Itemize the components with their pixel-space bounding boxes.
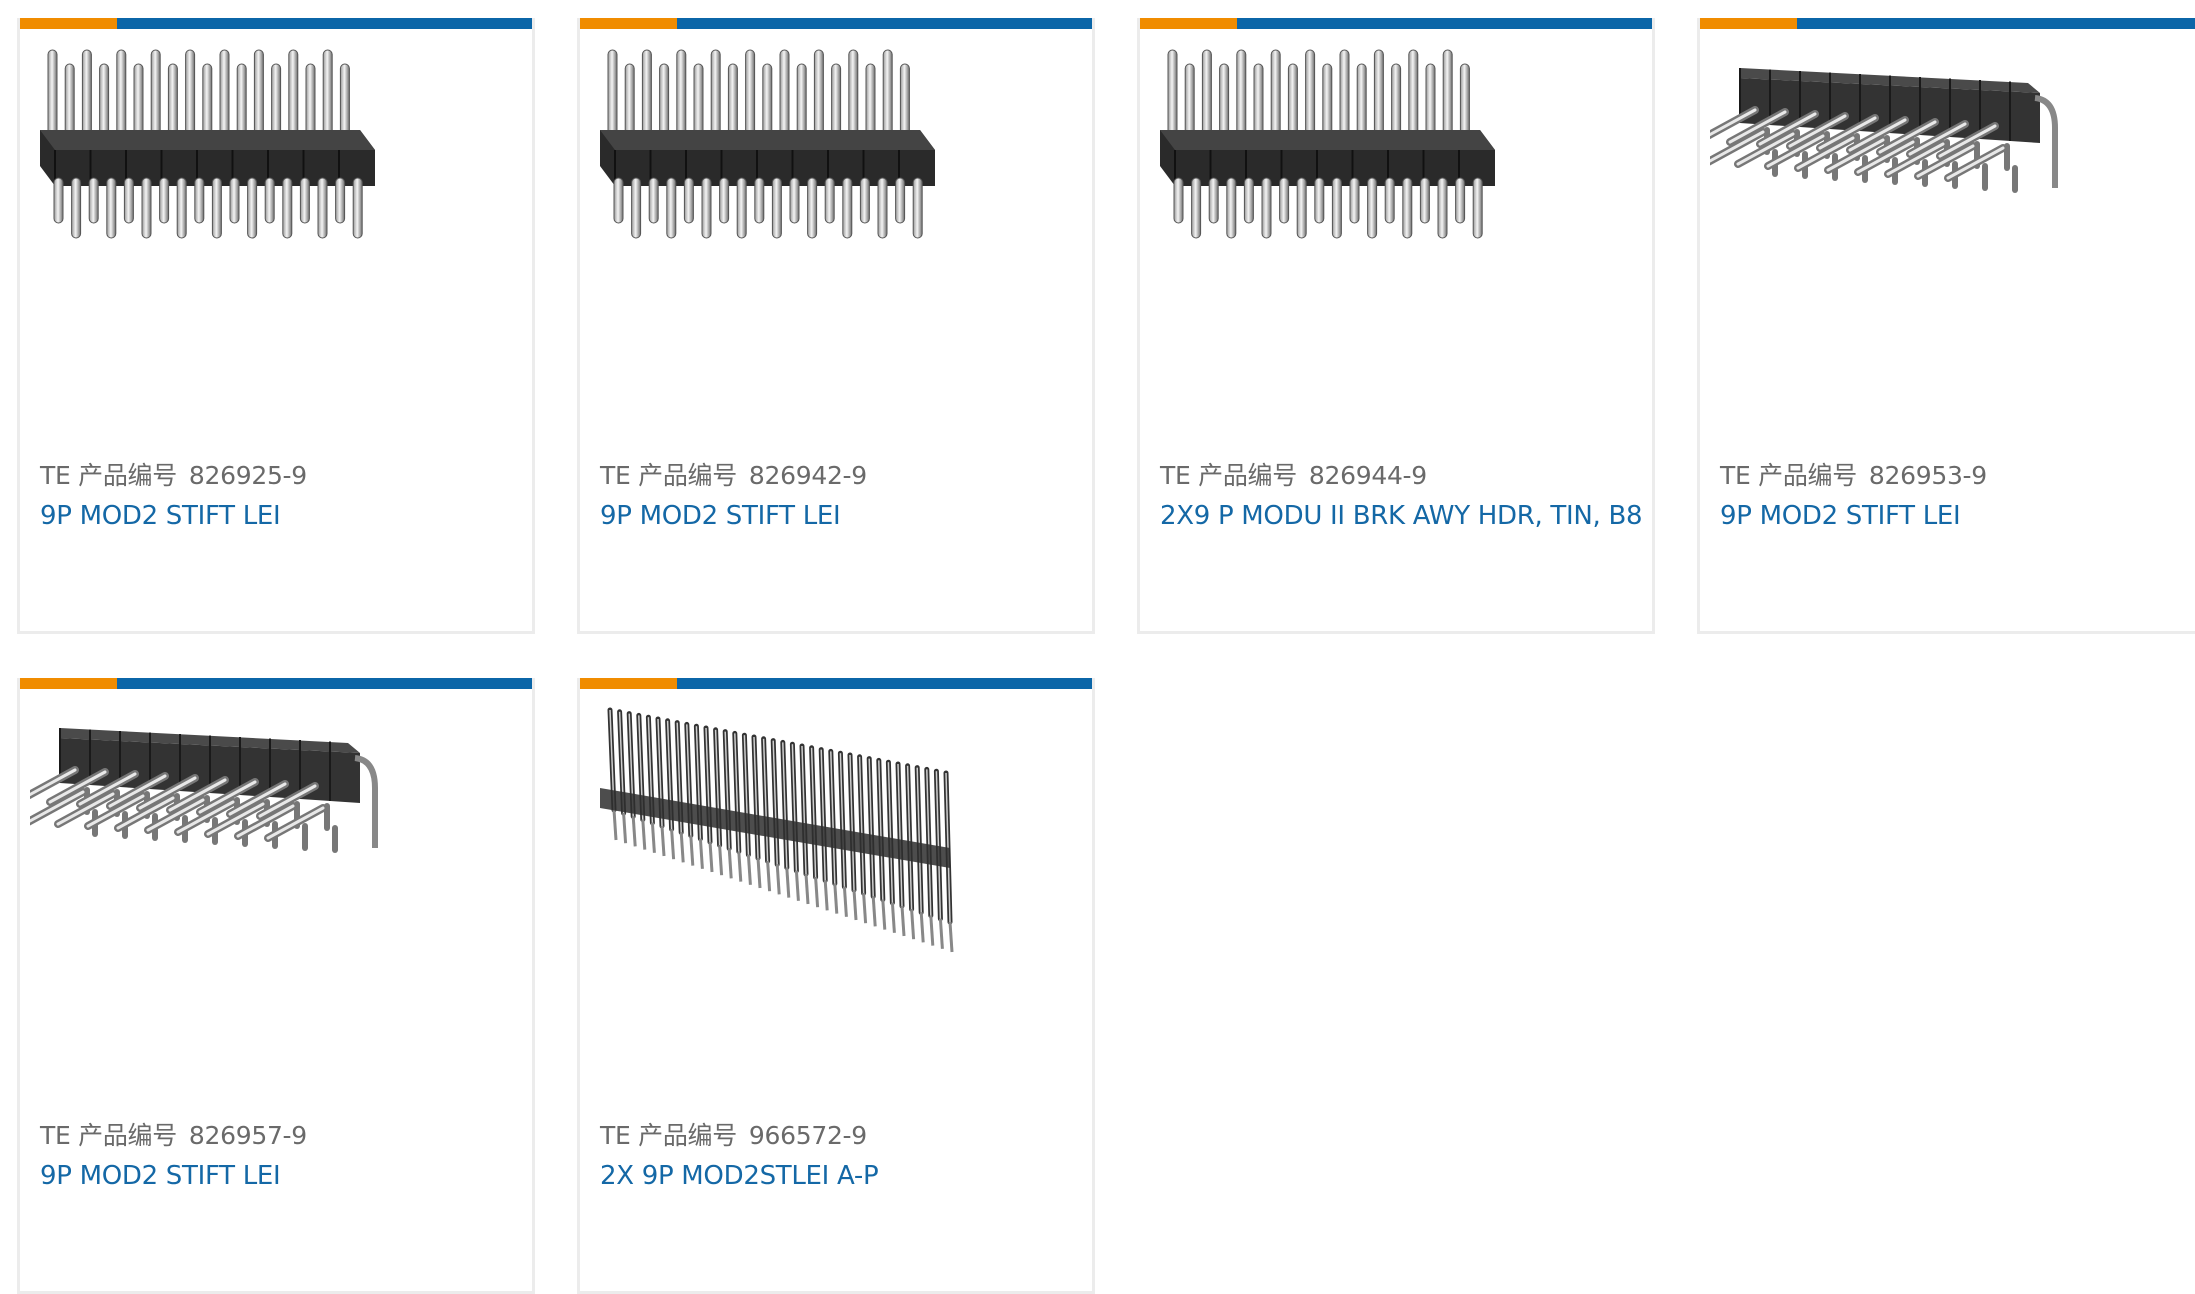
card-accent-bar (1700, 18, 2195, 29)
product-grid: TE 产品编号 826925-9 9P MOD2 STIFT LEI TE 产品编… (0, 0, 2195, 1294)
part-number-line: TE 产品编号 826944-9 (1160, 456, 1427, 492)
product-card[interactable]: TE 产品编号 826953-9 9P MOD2 STIFT LEI (1697, 18, 2195, 634)
part-number-label: TE 产品编号 (1160, 461, 1297, 490)
product-card[interactable]: TE 产品编号 826957-9 9P MOD2 STIFT LEI (17, 678, 535, 1294)
product-card[interactable]: TE 产品编号 826944-9 2X9 P MODU II BRK AWY HD… (1137, 18, 1655, 634)
part-number-value: 966572-9 (748, 1121, 867, 1150)
product-card[interactable]: TE 产品编号 826925-9 9P MOD2 STIFT LEI (17, 18, 535, 634)
product-description-link[interactable]: 9P MOD2 STIFT LEI (600, 501, 841, 531)
part-number-label: TE 产品编号 (40, 461, 177, 490)
part-number-line: TE 产品编号 826953-9 (1720, 456, 1987, 492)
card-accent-bar (1140, 18, 1652, 29)
product-description-link[interactable]: 2X 9P MOD2STLEI A-P (600, 1161, 879, 1191)
straight-pin-header-image[interactable] (1150, 38, 1645, 368)
part-number-value: 826953-9 (1868, 461, 1987, 490)
part-number-value: 826944-9 (1308, 461, 1427, 490)
product-description-link[interactable]: 2X9 P MODU II BRK AWY HDR, TIN, B8 (1160, 501, 1643, 531)
part-number-value: 826925-9 (188, 461, 307, 490)
part-number-line: TE 产品编号 966572-9 (600, 1116, 867, 1152)
part-number-label: TE 产品编号 (40, 1121, 177, 1150)
card-accent-bar (20, 18, 532, 29)
product-card[interactable]: TE 产品编号 826942-9 9P MOD2 STIFT LEI (577, 18, 1095, 634)
card-accent-bar (20, 678, 532, 689)
product-card[interactable]: TE 产品编号 966572-9 2X 9P MOD2STLEI A-P (577, 678, 1095, 1294)
part-number-value: 826957-9 (188, 1121, 307, 1150)
product-description-link[interactable]: 9P MOD2 STIFT LEI (40, 1161, 281, 1191)
part-number-line: TE 产品编号 826925-9 (40, 456, 307, 492)
part-number-value: 826942-9 (748, 461, 867, 490)
card-accent-bar (580, 18, 1092, 29)
product-description-link[interactable]: 9P MOD2 STIFT LEI (40, 501, 281, 531)
card-accent-bar (580, 678, 1092, 689)
part-number-line: TE 产品编号 826957-9 (40, 1116, 307, 1152)
part-number-label: TE 产品编号 (600, 1121, 737, 1150)
right-angle-pin-header-image[interactable] (1710, 38, 2195, 368)
straight-pin-header-image[interactable] (590, 38, 1085, 368)
product-description-link[interactable]: 9P MOD2 STIFT LEI (1720, 501, 1961, 531)
right-angle-pin-header-image[interactable] (30, 698, 525, 1028)
long-pin-header-image[interactable] (590, 698, 1085, 1028)
straight-pin-header-image[interactable] (30, 38, 525, 368)
part-number-line: TE 产品编号 826942-9 (600, 456, 867, 492)
part-number-label: TE 产品编号 (600, 461, 737, 490)
part-number-label: TE 产品编号 (1720, 461, 1857, 490)
